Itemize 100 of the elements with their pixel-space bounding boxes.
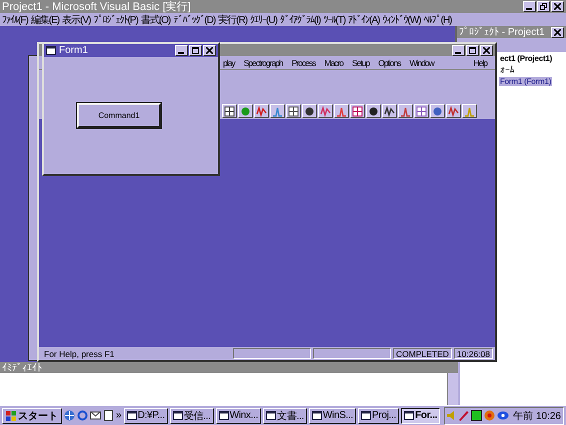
close-button[interactable] (551, 26, 564, 38)
minimize-button[interactable] (452, 44, 465, 56)
menu-item[interactable]: Macro (324, 58, 343, 68)
toolbar-button[interactable] (414, 104, 429, 118)
eye-icon[interactable] (497, 410, 510, 421)
command-button[interactable]: Command1 (77, 103, 161, 128)
close-icon (554, 3, 561, 10)
menu-item[interactable]: Help (474, 58, 487, 68)
menu-item[interactable]: 書式(O) (140, 12, 170, 26)
window-icon (312, 411, 322, 420)
window-title: Form1 (59, 45, 88, 56)
dot-icon (368, 106, 379, 116)
toolbar-button[interactable] (398, 104, 413, 118)
toolbar-button[interactable] (270, 104, 285, 118)
menu-item[interactable]: Setup (352, 58, 370, 68)
toolbar-button[interactable] (254, 104, 269, 118)
restore-button[interactable] (537, 1, 550, 12)
menu-item[interactable]: 編集(E) (30, 12, 60, 26)
toolbar-button[interactable] (430, 104, 445, 118)
window-icon (266, 411, 276, 420)
close-button[interactable] (480, 44, 493, 56)
menu-item[interactable]: play (223, 58, 235, 68)
globe-icon[interactable] (64, 410, 75, 421)
tree-item[interactable]: ｫｰﾑ (499, 64, 516, 76)
maximize-button[interactable] (189, 45, 202, 56)
window-icon (404, 411, 414, 420)
toolbar-button[interactable] (222, 104, 237, 118)
wave-icon (448, 106, 459, 116)
close-icon (483, 46, 490, 54)
document-icon[interactable] (103, 410, 114, 421)
menu-item[interactable]: ﾃﾞﾊﾞｯｸﾞ(D) (173, 14, 216, 26)
menu-item[interactable]: ﾍﾙﾌﾟ(H) (424, 14, 452, 26)
toolbar-button[interactable] (302, 104, 317, 118)
maximize-icon (469, 46, 476, 54)
menu-item[interactable]: ｸｴﾘｰ(U) (250, 14, 277, 26)
minimize-button[interactable] (523, 1, 536, 12)
wave-icon (384, 106, 395, 116)
dot-icon (304, 106, 315, 116)
status-text: 10:26:08 (454, 348, 493, 359)
close-button[interactable] (551, 1, 564, 12)
window-icon (218, 411, 229, 420)
toolbar-button[interactable] (350, 104, 365, 118)
toolbar-button[interactable] (286, 104, 301, 118)
grid-icon (288, 106, 299, 116)
mail-icon[interactable] (90, 410, 101, 421)
toolbar-button[interactable] (382, 104, 397, 118)
menu-item[interactable]: ﾂｰﾙ(T) (323, 14, 346, 26)
peak-icon (464, 106, 475, 116)
tree-item[interactable]: ect1 (Project1) (499, 54, 554, 63)
window-icon (126, 411, 137, 420)
taskbar-button[interactable]: Proj... (358, 408, 400, 424)
toolbar-button[interactable] (446, 104, 461, 118)
menu-item[interactable]: Options (378, 58, 400, 68)
close-icon (554, 28, 561, 36)
panel-title: ﾌﾟﾛｼﾞｪｸﾄ - Project1 (459, 26, 545, 38)
peak-icon (272, 106, 283, 116)
menu-item[interactable]: Spectrograph (244, 58, 283, 68)
restore-icon (540, 3, 547, 10)
taskbar-button[interactable]: Winx... (216, 408, 262, 424)
menu-item[interactable]: ﾌﾟﾛｼﾞｪｸﾄ(P) (93, 14, 138, 26)
windows-logo-icon (6, 410, 16, 420)
maximize-button[interactable] (466, 44, 479, 56)
window-icon (172, 411, 183, 420)
toolbar-button[interactable] (318, 104, 333, 118)
grid-icon (224, 106, 235, 116)
toolbar-button[interactable] (462, 104, 477, 118)
grid-icon (416, 106, 427, 116)
taskbar-button[interactable]: WinS... (308, 408, 356, 424)
status-text: For Help, press F1 (43, 348, 116, 359)
dot-icon (240, 106, 251, 116)
menu-item[interactable]: ｱﾄﾞｲﾝ(A) (348, 14, 380, 26)
taskbar-button[interactable]: For... (401, 408, 440, 424)
start-button[interactable]: スタート (2, 408, 62, 424)
menu-item[interactable]: 表示(V) (62, 12, 90, 26)
toolbar-button[interactable] (334, 104, 349, 118)
minimize-button[interactable] (175, 45, 188, 56)
menu-item[interactable]: 実行(R) (218, 12, 248, 26)
close-icon (206, 47, 213, 54)
dot-icon (432, 106, 443, 116)
menu-item[interactable]: ｳｨﾝﾄﾞｳ(W) (382, 14, 421, 26)
more-button[interactable]: » (116, 410, 122, 421)
taskbar-button[interactable]: 文書... (263, 408, 307, 424)
clock: 午前 10:26 (513, 410, 561, 422)
peak-icon (336, 106, 347, 116)
peak-icon (400, 106, 411, 116)
close-button[interactable] (203, 45, 216, 56)
panel-title: ｲﾐﾃﾞｨｴｲﾄ (2, 362, 42, 374)
status-text: COMPLETED (393, 348, 452, 359)
scrollbar[interactable] (447, 373, 458, 405)
tree-item[interactable]: Form1 (Form1) (499, 77, 552, 86)
taskbar-button[interactable]: D:¥P... (124, 408, 168, 424)
menu-item[interactable]: Window (410, 58, 434, 68)
taskbar-button[interactable]: 受信... (170, 408, 214, 424)
window-title: Project1 - Microsoft Visual Basic [実行] (2, 0, 191, 14)
toolbar-button[interactable] (238, 104, 253, 118)
menu-item[interactable]: Process (292, 58, 316, 68)
menu-item[interactable]: ﾌｧｲﾙ(F) (2, 14, 28, 26)
window-icon (361, 411, 372, 420)
menu-item[interactable]: ﾀﾞｲｱｸﾞﾗﾑ(I) (280, 14, 320, 26)
toolbar-button[interactable] (366, 104, 381, 118)
